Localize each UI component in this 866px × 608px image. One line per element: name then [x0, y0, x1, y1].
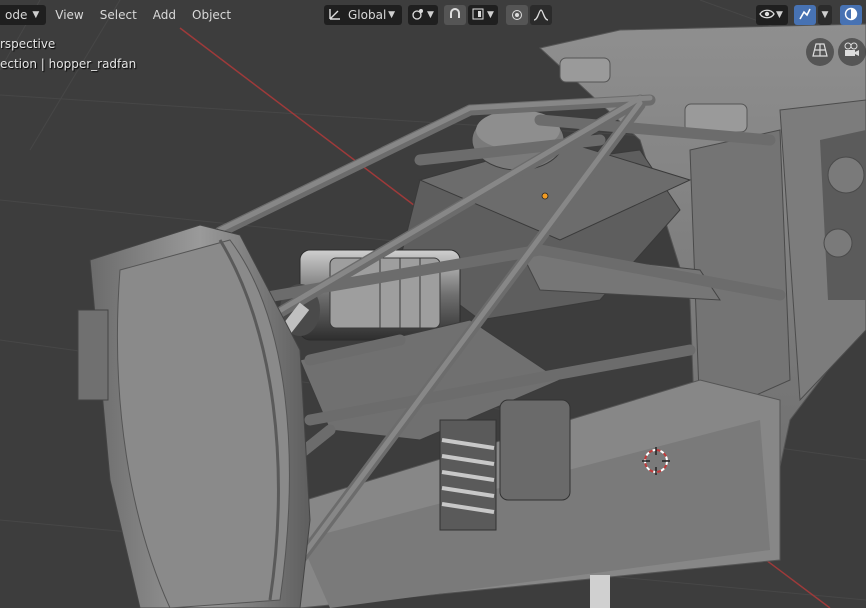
chevron-down-icon: ▼ — [427, 10, 434, 20]
menu-select[interactable]: Select — [93, 5, 144, 25]
overlay-toggle[interactable] — [840, 5, 862, 25]
snap-increment-icon — [471, 7, 485, 24]
gizmo-dropdown[interactable]: ▼ — [818, 5, 832, 25]
header-left: ode ▼ View Select Add Object — [0, 4, 240, 26]
transform-orientation-dropdown[interactable]: Global ▼ — [324, 5, 402, 25]
chevron-down-icon: ▼ — [388, 10, 395, 20]
proportional-edit-toggle[interactable] — [506, 5, 528, 25]
perspective-toggle[interactable] — [806, 38, 834, 66]
proportional-falloff-dropdown[interactable] — [530, 5, 552, 25]
visibility-dropdown[interactable]: ▼ — [756, 5, 788, 25]
pivot-point-dropdown[interactable]: ▼ — [408, 5, 438, 25]
3d-viewport[interactable]: ode ▼ View Select Add Object Global ▼ ▼ — [0, 0, 866, 608]
shading-icon — [844, 6, 858, 25]
header-right: ▼ ▼ — [756, 4, 864, 26]
camera-nav-icon — [843, 42, 861, 62]
chevron-down-icon: ▼ — [821, 10, 829, 20]
grid-nav-icon — [812, 42, 828, 62]
collection-info-label: ection | hopper_radfan — [0, 57, 137, 71]
snap-element-dropdown[interactable]: ▼ — [468, 5, 498, 25]
mode-dropdown[interactable]: ode ▼ — [0, 5, 47, 25]
snap-icon — [448, 6, 462, 25]
camera-view-toggle[interactable] — [838, 38, 866, 66]
chevron-down-icon: ▼ — [487, 10, 494, 20]
chevron-down-icon: ▼ — [32, 10, 40, 20]
proportional-edit-icon — [511, 6, 523, 25]
menu-view[interactable]: View — [48, 5, 90, 25]
transform-orientation-icon — [328, 7, 342, 24]
chevron-down-icon: ▼ — [776, 10, 783, 20]
menu-object[interactable]: Object — [185, 5, 238, 25]
mode-label: ode — [5, 8, 28, 22]
gizmo-icon — [798, 6, 812, 25]
gizmo-toggle[interactable] — [794, 5, 816, 25]
snap-toggle[interactable] — [444, 5, 466, 25]
object-origin — [541, 192, 549, 200]
visibility-icon — [759, 7, 775, 24]
menu-add[interactable]: Add — [146, 5, 183, 25]
view-name-label: rspective — [0, 37, 56, 51]
falloff-icon — [533, 6, 549, 25]
pivot-icon — [411, 7, 425, 24]
truck-model-render — [0, 0, 866, 608]
orientation-label: Global — [348, 8, 387, 22]
header-center: Global ▼ ▼ ▼ — [324, 4, 554, 26]
front-tire — [77, 224, 311, 608]
